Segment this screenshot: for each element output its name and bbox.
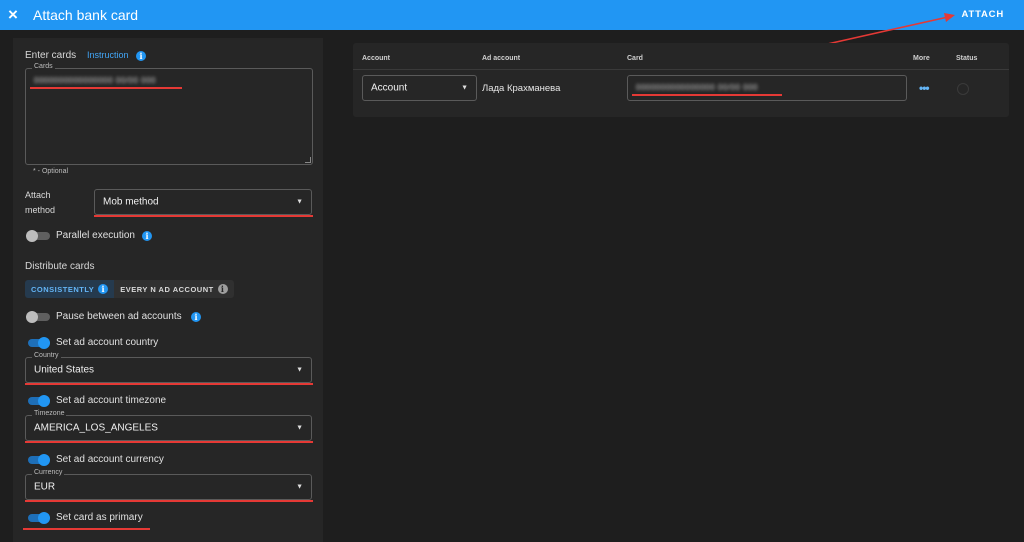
column-header-account: Account — [362, 55, 390, 62]
parallel-execution-label: Parallel execution — [56, 230, 135, 241]
parallel-execution-toggle[interactable] — [26, 230, 50, 242]
set-currency-toggle[interactable] — [26, 454, 50, 466]
country-select[interactable]: Country United States ▼ — [25, 352, 312, 383]
currency-value: EUR — [34, 481, 56, 493]
account-select[interactable]: Account ▼ — [362, 75, 477, 101]
resize-handle[interactable] — [305, 157, 311, 163]
column-header-more: More — [913, 55, 930, 62]
attach-method-value: Mob method — [103, 196, 159, 208]
annotation-underline — [25, 441, 313, 443]
annotation-underline — [23, 528, 150, 530]
pause-between-toggle[interactable] — [26, 311, 50, 323]
annotation-underline — [94, 215, 313, 217]
set-country-toggle[interactable] — [26, 337, 50, 349]
header-divider — [353, 69, 1009, 70]
card-value: 0000000000000000 00/00 000 — [636, 83, 758, 92]
cards-label: Cards — [32, 63, 55, 70]
currency-select[interactable]: Currency EUR ▼ — [25, 469, 312, 500]
pause-between-label: Pause between ad accounts — [56, 311, 182, 322]
instruction-link[interactable]: Instruction — [87, 50, 129, 60]
annotation-underline — [25, 383, 313, 385]
info-icon[interactable]: i — [191, 312, 201, 322]
optional-note: * - Optional — [33, 168, 69, 175]
timezone-select[interactable]: Timezone AMERICA_LOS_ANGELES ▼ — [25, 410, 312, 441]
caret-down-icon: ▼ — [296, 424, 303, 432]
every-n-label: EVERY N AD ACCOUNT — [120, 284, 214, 294]
set-country-label: Set ad account country — [56, 337, 159, 348]
set-timezone-label: Set ad account timezone — [56, 395, 167, 406]
annotation-underline — [30, 87, 182, 89]
consistently-option[interactable]: CONSISTENTLY i — [25, 280, 115, 298]
attach-table: Account Ad account Card More Status Acco… — [353, 43, 1009, 117]
column-header-status: Status — [956, 55, 978, 62]
attach-method-label-1: Attach — [25, 190, 51, 200]
country-label: Country — [32, 352, 61, 359]
distribute-mode-toggle: CONSISTENTLY i EVERY N AD ACCOUNT i — [25, 280, 234, 298]
set-timezone-toggle[interactable] — [26, 395, 50, 407]
caret-down-icon: ▼ — [296, 198, 303, 206]
more-options-icon[interactable]: ••• — [919, 81, 930, 95]
column-header-ad-account: Ad account — [482, 55, 521, 62]
caret-down-icon: ▼ — [296, 483, 303, 491]
info-icon[interactable]: i — [142, 231, 152, 241]
every-n-ad-account-option[interactable]: EVERY N AD ACCOUNT i — [114, 280, 234, 298]
info-icon: i — [217, 284, 228, 294]
card-input[interactable]: 0000000000000000 00/00 000 — [627, 75, 907, 101]
country-value: United States — [34, 364, 95, 376]
cards-value: 0000000000000000 00/00 000 — [34, 76, 156, 85]
column-header-card: Card — [627, 55, 643, 62]
info-icon: i — [98, 284, 109, 294]
timezone-label: Timezone — [32, 410, 67, 417]
caret-down-icon: ▼ — [296, 366, 303, 374]
consistently-label: CONSISTENTLY — [31, 284, 95, 294]
attach-method-label-2: method — [25, 205, 56, 215]
annotation-underline — [632, 94, 782, 96]
enter-cards-heading: Enter cards — [25, 50, 77, 61]
currency-label: Currency — [32, 469, 65, 476]
ad-account-name: Лада Крахманева — [482, 83, 561, 94]
distribute-cards-heading: Distribute cards — [25, 261, 95, 272]
info-icon[interactable]: i — [136, 51, 146, 61]
attach-method-select[interactable]: Mob method ▼ — [94, 189, 312, 215]
set-currency-label: Set ad account currency — [56, 454, 164, 465]
set-primary-toggle[interactable] — [26, 512, 50, 524]
status-indicator — [957, 83, 969, 95]
cards-textarea[interactable]: Cards 0000000000000000 00/00 000 — [25, 63, 313, 165]
timezone-value: AMERICA_LOS_ANGELES — [34, 422, 158, 434]
caret-down-icon: ▼ — [461, 84, 468, 92]
account-value: Account — [371, 82, 408, 94]
settings-panel: Enter cards Instruction i Cards 00000000… — [13, 38, 323, 542]
annotation-underline — [25, 500, 313, 502]
set-primary-label: Set card as primary — [56, 512, 143, 523]
